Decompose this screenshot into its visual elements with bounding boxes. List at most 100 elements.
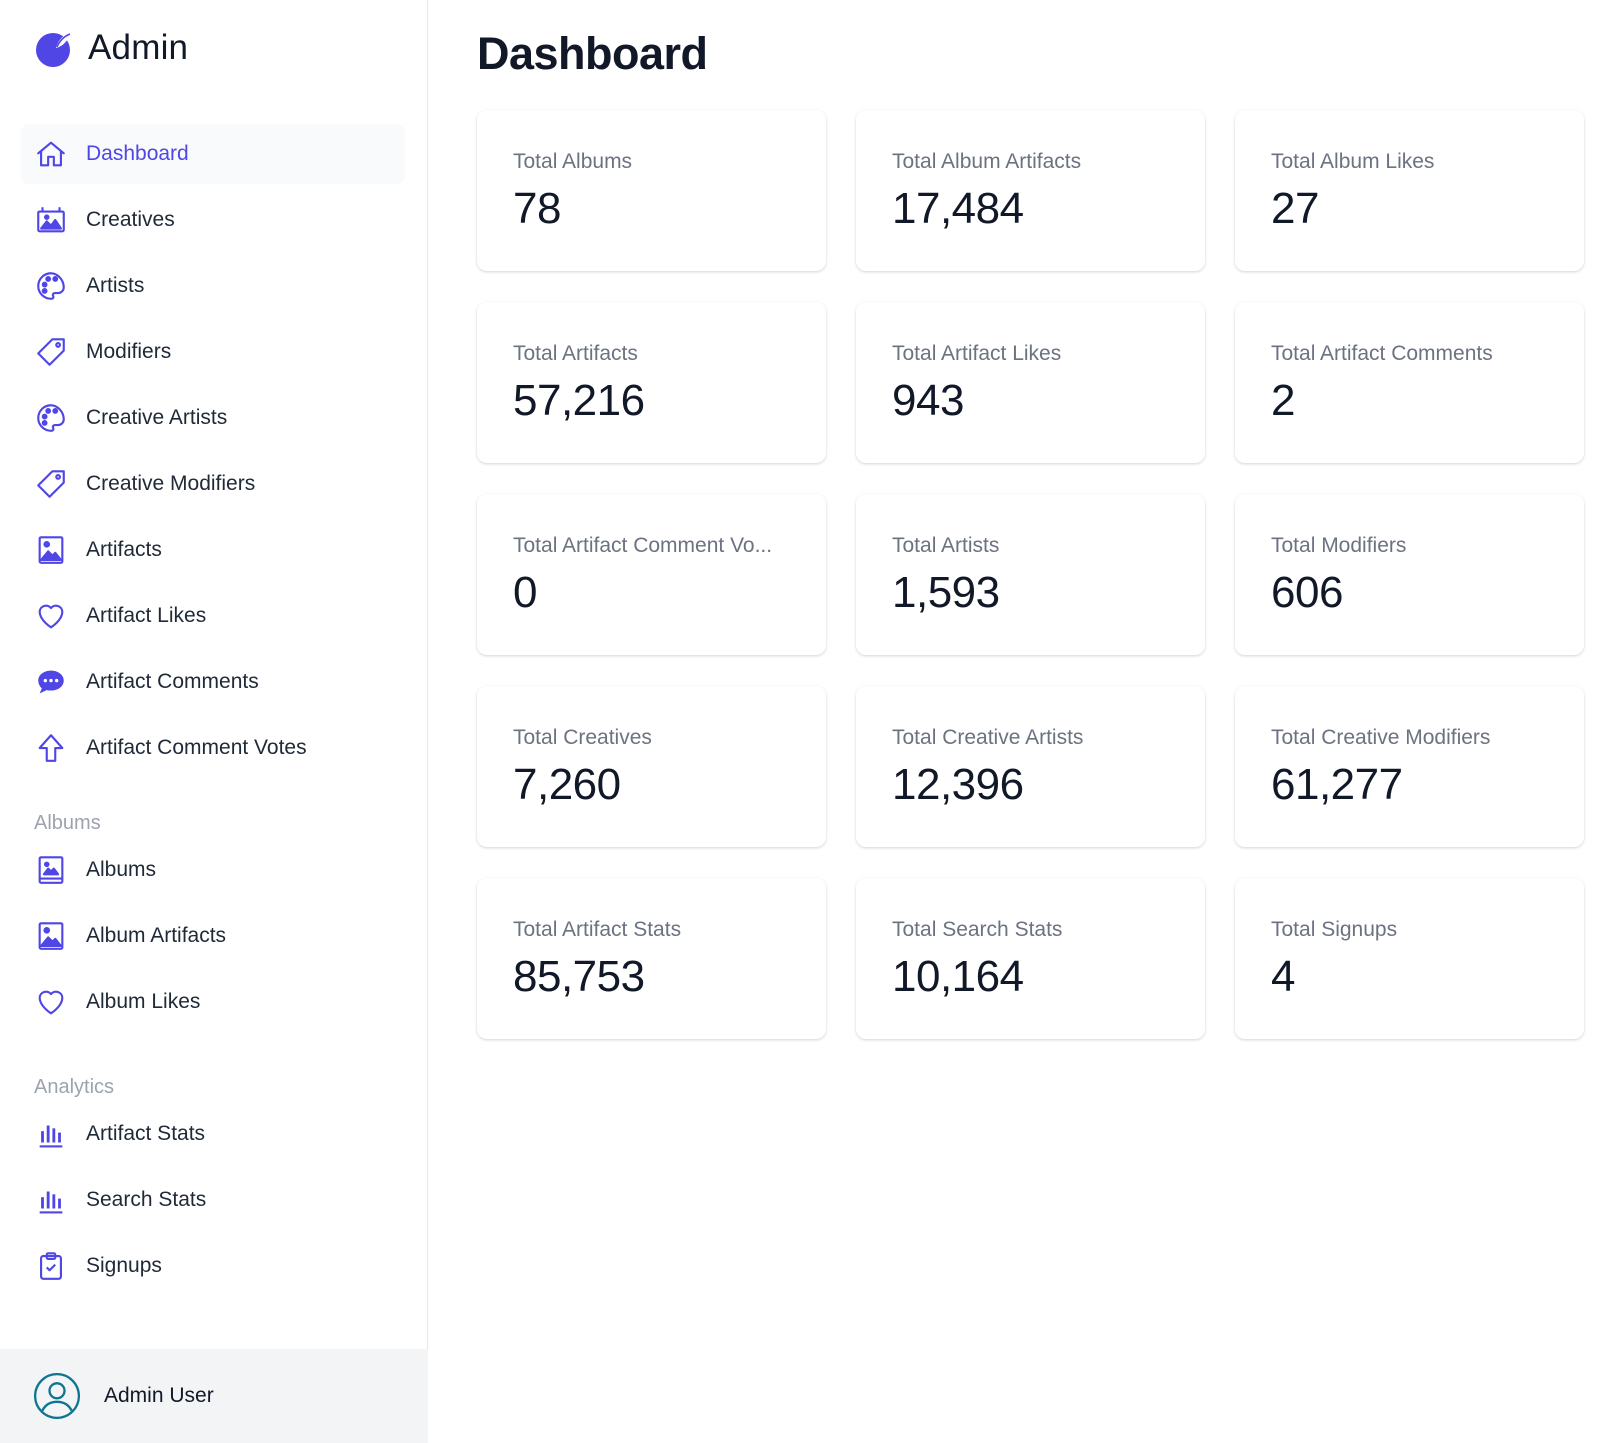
user-circle-icon <box>32 1371 82 1421</box>
stat-card: Total Creatives 7,260 <box>477 686 826 847</box>
bar-chart-icon <box>34 1117 68 1151</box>
bar-chart-icon <box>34 1183 68 1217</box>
sidebar-item-label: Dashboard <box>86 142 189 165</box>
sidebar-analytics-nav: Artifact Stats Search Stats Signups <box>21 1104 405 1302</box>
sidebar-item-creatives[interactable]: Creatives <box>21 190 405 250</box>
stat-label: Total Album Likes <box>1271 150 1435 173</box>
sidebar-main-nav: Dashboard Creatives Artists Modifiers Cr… <box>21 124 405 784</box>
image-icon <box>34 919 68 953</box>
sidebar-item-label: Creatives <box>86 208 175 231</box>
stat-card: Total Signups 4 <box>1235 878 1584 1039</box>
sidebar-item-albums[interactable]: Albums <box>21 840 405 900</box>
sidebar-item-creative-artists[interactable]: Creative Artists <box>21 388 405 448</box>
sidebar-item-label: Artifacts <box>86 538 162 561</box>
stat-label: Total Modifiers <box>1271 534 1407 557</box>
stat-label: Total Artifact Likes <box>892 342 1062 365</box>
stat-label: Total Artists <box>892 534 1000 557</box>
sidebar-item-label: Search Stats <box>86 1188 207 1211</box>
sidebar-item-artifact-comment-votes[interactable]: Artifact Comment Votes <box>21 718 405 778</box>
sidebar-item-modifiers[interactable]: Modifiers <box>21 322 405 382</box>
stat-value: 78 <box>513 184 561 233</box>
sidebar-item-artifact-stats[interactable]: Artifact Stats <box>21 1104 405 1164</box>
sidebar-item-label: Artists <box>86 274 145 297</box>
sidebar-item-label: Albums <box>86 858 157 881</box>
stat-label: Total Album Artifacts <box>892 150 1082 173</box>
stat-value: 0 <box>513 568 537 617</box>
stat-card: Total Artifact Comment Vo... 0 <box>477 494 826 655</box>
sidebar-item-label: Artifact Comment Votes <box>86 736 307 759</box>
stat-card: Total Album Artifacts 17,484 <box>856 110 1205 271</box>
sidebar-item-dashboard[interactable]: Dashboard <box>21 124 405 184</box>
stat-value: 1,593 <box>892 568 1000 617</box>
stat-value: 85,753 <box>513 952 645 1001</box>
stat-card: Total Creative Modifiers 61,277 <box>1235 686 1584 847</box>
image-icon <box>34 533 68 567</box>
sidebar-albums-nav: Albums Album Artifacts Album Likes <box>21 840 405 1038</box>
stat-label: Total Search Stats <box>892 918 1063 941</box>
stat-card: Total Artifact Stats 85,753 <box>477 878 826 1039</box>
stat-label: Total Albums <box>513 150 633 173</box>
stat-label: Total Artifact Comment Vo... <box>513 534 773 557</box>
sidebar-item-album-likes[interactable]: Album Likes <box>21 972 405 1032</box>
sidebar-item-label: Signups <box>86 1254 162 1277</box>
brand[interactable]: Admin <box>34 26 188 70</box>
stat-card: Total Artists 1,593 <box>856 494 1205 655</box>
page-title: Dashboard <box>477 28 708 79</box>
gallery-icon <box>34 203 68 237</box>
arrow-up-icon <box>34 731 68 765</box>
stat-label: Total Creatives <box>513 726 652 749</box>
photo-album-icon <box>34 853 68 887</box>
stat-label: Total Artifact Stats <box>513 918 682 941</box>
sidebar-item-signups[interactable]: Signups <box>21 1236 405 1296</box>
stat-value: 4 <box>1271 952 1295 1001</box>
home-icon <box>34 137 68 171</box>
stat-label: Total Creative Modifiers <box>1271 726 1491 749</box>
stat-card: Total Album Likes 27 <box>1235 110 1584 271</box>
stat-card: Total Albums 78 <box>477 110 826 271</box>
sidebar-item-creative-modifiers[interactable]: Creative Modifiers <box>21 454 405 514</box>
sidebar-item-artifact-comments[interactable]: Artifact Comments <box>21 652 405 712</box>
sidebar-item-label: Artifact Likes <box>86 604 207 627</box>
stats-grid: Total Albums 78 Total Album Artifacts 17,4… <box>477 110 1584 1039</box>
sidebar-item-label: Album Likes <box>86 990 201 1013</box>
palette-icon <box>34 269 68 303</box>
stat-value: 17,484 <box>892 184 1024 233</box>
sidebar-item-label: Artifact Stats <box>86 1122 206 1145</box>
stat-card: Total Artifact Likes 943 <box>856 302 1205 463</box>
user-profile[interactable]: Admin User <box>0 1349 428 1443</box>
tag-icon <box>34 467 68 501</box>
sidebar-item-artifacts[interactable]: Artifacts <box>21 520 405 580</box>
stat-value: 27 <box>1271 184 1319 233</box>
stat-label: Total Creative Artists <box>892 726 1084 749</box>
stat-card: Total Artifact Comments 2 <box>1235 302 1584 463</box>
stat-label: Total Signups <box>1271 918 1398 941</box>
clipboard-check-icon <box>34 1249 68 1283</box>
stat-card: Total Search Stats 10,164 <box>856 878 1205 1039</box>
brand-logo-icon <box>34 28 74 68</box>
stat-label: Total Artifact Comments <box>1271 342 1493 365</box>
sidebar-item-album-artifacts[interactable]: Album Artifacts <box>21 906 405 966</box>
sidebar-item-label: Creative Artists <box>86 406 228 429</box>
stat-value: 61,277 <box>1271 760 1403 809</box>
stat-card: Total Artifacts 57,216 <box>477 302 826 463</box>
sidebar: Admin Dashboard Creatives Artists Modifi… <box>0 0 428 1443</box>
stat-card: Total Creative Artists 12,396 <box>856 686 1205 847</box>
palette-icon <box>34 401 68 435</box>
stat-value: 57,216 <box>513 376 645 425</box>
sidebar-item-search-stats[interactable]: Search Stats <box>21 1170 405 1230</box>
brand-name: Admin <box>88 28 189 67</box>
stat-value: 606 <box>1271 568 1343 617</box>
sidebar-item-label: Artifact Comments <box>86 670 259 693</box>
stat-label: Total Artifacts <box>513 342 638 365</box>
stat-value: 943 <box>892 376 964 425</box>
heart-icon <box>34 985 68 1019</box>
heart-icon <box>34 599 68 633</box>
user-name: Admin User <box>104 1384 214 1407</box>
stat-card: Total Modifiers 606 <box>1235 494 1584 655</box>
sidebar-item-artists[interactable]: Artists <box>21 256 405 316</box>
sidebar-item-artifact-likes[interactable]: Artifact Likes <box>21 586 405 646</box>
stat-value: 7,260 <box>513 760 621 809</box>
sidebar-item-label: Modifiers <box>86 340 172 363</box>
analytics-section-title: Analytics <box>34 1076 115 1098</box>
stat-value: 12,396 <box>892 760 1024 809</box>
